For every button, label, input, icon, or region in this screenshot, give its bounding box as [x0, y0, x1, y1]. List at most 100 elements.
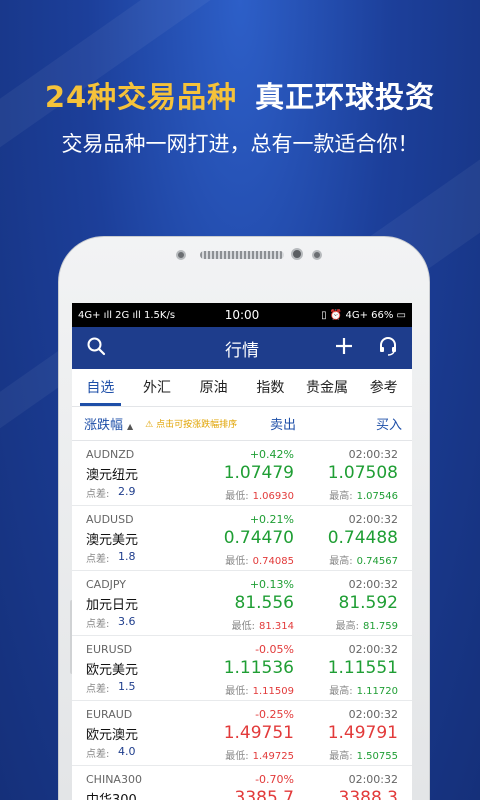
quote-time: 02:00:32: [348, 643, 398, 656]
promo-headline-b: 真正环球投资: [255, 80, 436, 114]
navbar: 行情: [72, 327, 412, 369]
change-percent: -0.70%: [255, 773, 294, 786]
spread-value: 1.8: [118, 550, 136, 563]
tab-5[interactable]: 参考: [355, 369, 412, 406]
change-percent: -0.25%: [255, 708, 294, 721]
sell-column-header: 卖出: [270, 418, 297, 433]
table-row[interactable]: EURAUD 欧元澳元 点差: 4.0 -0.25% 1.49751 最低: 1.49725 0…: [72, 701, 412, 766]
search-icon[interactable]: [86, 336, 106, 360]
sort-label: 涨跌幅: [84, 418, 124, 433]
sort-by-change-button[interactable]: 涨跌幅 ▲: [84, 414, 133, 433]
buy-price[interactable]: 1.49791: [328, 723, 398, 743]
day-high: 最高: 1.11720: [329, 682, 398, 697]
day-high: 最高: 0.74567: [329, 552, 398, 567]
symbol-name: 澳元美元: [86, 533, 139, 548]
high-value: 1.50755: [356, 751, 398, 762]
low-value: 1.11509: [252, 686, 294, 697]
buy-price[interactable]: 1.07508: [328, 463, 398, 483]
low-value: 81.314: [259, 621, 294, 632]
sell-price[interactable]: 3385.7: [235, 788, 294, 800]
low-label: 最低:: [231, 621, 255, 632]
sort-hint-text: 点击可按涨跌幅排序: [156, 420, 238, 430]
table-row[interactable]: EURUSD 欧元美元 点差: 1.5 -0.05% 1.11536 最低: 1.11509 0…: [72, 636, 412, 701]
promo-headline-a: 24种交易品种: [44, 80, 238, 114]
day-high: 最高: 1.50755: [329, 747, 398, 762]
table-row[interactable]: CADJPY 加元日元点差: 3.6 +0.13% 81.556 最低: 81.314 02:…: [72, 571, 412, 636]
high-value: 1.11720: [356, 686, 398, 697]
phone-screen: 4G+ ıll 2G ıll 1.5K/s 10:00 ▯ ⏰ 4G+ 66% …: [72, 303, 412, 800]
spread-label: 点差:: [86, 489, 110, 500]
symbol-name: 澳元纽元: [86, 468, 139, 483]
spread-value: 3.6: [118, 615, 136, 628]
tab-3[interactable]: 指数: [242, 369, 299, 406]
low-label: 最低:: [225, 751, 249, 762]
spread-label: 点差:: [86, 749, 110, 760]
high-value: 81.759: [363, 621, 398, 632]
quote-time: 02:00:32: [348, 578, 398, 591]
headset-icon[interactable]: [378, 336, 398, 360]
low-label: 最低:: [225, 556, 249, 567]
low-value: 1.49725: [252, 751, 294, 762]
symbol-name: 中华300: [86, 789, 137, 800]
status-bar: 4G+ ıll 2G ıll 1.5K/s 10:00 ▯ ⏰ 4G+ 66% …: [72, 303, 412, 327]
low-label: 最低:: [225, 491, 249, 502]
spread-value: 4.0: [118, 745, 136, 758]
quote-time: 02:00:32: [348, 773, 398, 786]
sell-price[interactable]: 0.74470: [224, 528, 294, 548]
tab-1[interactable]: 外汇: [129, 369, 186, 406]
sell-price[interactable]: 81.556: [235, 593, 294, 613]
low-value: 0.74085: [252, 556, 294, 567]
buy-price[interactable]: 3388.3: [339, 788, 398, 800]
sell-price[interactable]: 1.49751: [224, 723, 294, 743]
high-label: 最高:: [329, 686, 353, 697]
low-value: 1.06930: [252, 491, 294, 502]
table-row[interactable]: AUDUSD 澳元美元 点差: 1.8 +0.21% 0.74470 最低: 0.74085 0…: [72, 506, 412, 571]
high-label: 最高:: [329, 751, 353, 762]
tab-0[interactable]: 自选: [72, 369, 129, 406]
table-row[interactable]: CHINA300 中华300 -0.70% 3385.7 02:00:32 3388.3: [72, 766, 412, 800]
buy-price[interactable]: 1.11551: [328, 658, 398, 678]
sort-hint: ⚠ 点击可按涨跌幅排序: [145, 420, 238, 430]
day-low: 最低: 1.49725: [225, 747, 294, 762]
change-percent: +0.42%: [249, 448, 294, 461]
symbol-code: AUDNZD: [86, 448, 135, 461]
promo-subline: 交易品种一网打进，总有一款适合你！: [61, 132, 419, 156]
phone-front-camera: [291, 248, 303, 260]
quote-time: 02:00:32: [348, 708, 398, 721]
tab-2[interactable]: 原油: [185, 369, 242, 406]
change-percent: +0.13%: [249, 578, 294, 591]
add-icon[interactable]: [334, 336, 354, 360]
symbol-code: CHINA300: [86, 773, 142, 786]
day-high: 最高: 81.759: [336, 617, 398, 632]
change-percent: -0.05%: [255, 643, 294, 656]
spread-label: 点差:: [86, 684, 110, 695]
quote-time: 02:00:32: [348, 513, 398, 526]
quote-time: 02:00:32: [348, 448, 398, 461]
day-low: 最低: 1.06930: [225, 487, 294, 502]
status-bar-time: 10:00: [224, 308, 260, 322]
table-row[interactable]: AUDNZD 澳元纽元点差: 2.9 +0.42% 1.07479 最低: 1.06930 0…: [72, 441, 412, 506]
spread-label: 点差:: [86, 554, 110, 565]
spread-label: 点差:: [86, 619, 110, 630]
symbol-code: EURUSD: [86, 643, 133, 656]
day-low: 最低: 1.11509: [225, 682, 294, 697]
buy-price[interactable]: 0.74488: [328, 528, 398, 548]
day-high: 最高: 1.07546: [329, 487, 398, 502]
symbol-name: 加元日元: [86, 598, 139, 613]
symbol-code: CADJPY: [86, 578, 127, 591]
buy-price[interactable]: 81.592: [339, 593, 398, 613]
sort-triangle-icon: ▲: [127, 422, 134, 431]
day-low: 最低: 0.74085: [225, 552, 294, 567]
change-percent: +0.21%: [249, 513, 294, 526]
sell-price[interactable]: 1.07479: [224, 463, 294, 483]
column-header: 涨跌幅 ▲ ⚠ 点击可按涨跌幅排序 卖出 买入: [72, 407, 412, 441]
sell-price[interactable]: 1.11536: [224, 658, 294, 678]
high-value: 1.07546: [356, 491, 398, 502]
symbol-name: 欧元美元: [86, 663, 139, 678]
tab-4[interactable]: 贵金属: [299, 369, 356, 406]
low-label: 最低:: [225, 686, 249, 697]
high-label: 最高:: [329, 556, 353, 567]
symbol-code: EURAUD: [86, 708, 133, 721]
promo-headline: 24种交易品种 真正环球投资: [0, 74, 480, 116]
spread-value: 2.9: [118, 485, 136, 498]
